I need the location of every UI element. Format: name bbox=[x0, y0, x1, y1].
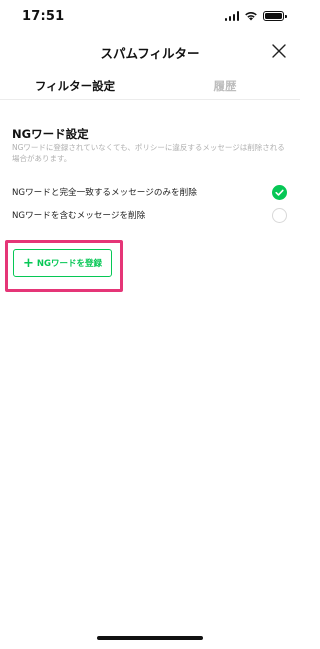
close-icon bbox=[272, 44, 286, 58]
option-label: NGワードと完全一致するメッセージのみを削除 bbox=[12, 188, 197, 198]
add-ng-word-label: NGワードを登録 bbox=[36, 259, 102, 269]
wifi-icon bbox=[245, 12, 257, 21]
section-description: NGワードに登録されていなくても、ポリシーに違反するメッセージは削除される場合が… bbox=[12, 143, 285, 163]
tab-filter-settings[interactable]: フィルター設定 bbox=[0, 78, 150, 94]
radio-checked-icon[interactable] bbox=[272, 184, 287, 200]
plus-icon: + bbox=[23, 255, 34, 271]
option-exact-match[interactable]: NGワードと完全一致するメッセージのみを削除 bbox=[0, 181, 300, 203]
battery-icon bbox=[263, 11, 287, 21]
page-title: スパムフィルター bbox=[100, 46, 200, 61]
section-title: NGワード設定 bbox=[12, 127, 89, 141]
option-contains[interactable]: NGワードを含むメッセージを削除 bbox=[0, 204, 300, 226]
add-ng-word-button[interactable]: + NGワードを登録 bbox=[13, 249, 112, 277]
radio-unchecked-icon[interactable] bbox=[272, 207, 287, 223]
tab-divider bbox=[0, 99, 300, 100]
signal-icon bbox=[224, 11, 239, 21]
status-time: 17:51 bbox=[22, 9, 65, 24]
status-icons bbox=[224, 11, 287, 21]
tab-history[interactable]: 履歴 bbox=[150, 78, 300, 94]
home-indicator[interactable] bbox=[97, 636, 203, 640]
close-button[interactable] bbox=[270, 42, 288, 60]
option-label: NGワードを含むメッセージを削除 bbox=[12, 211, 146, 221]
